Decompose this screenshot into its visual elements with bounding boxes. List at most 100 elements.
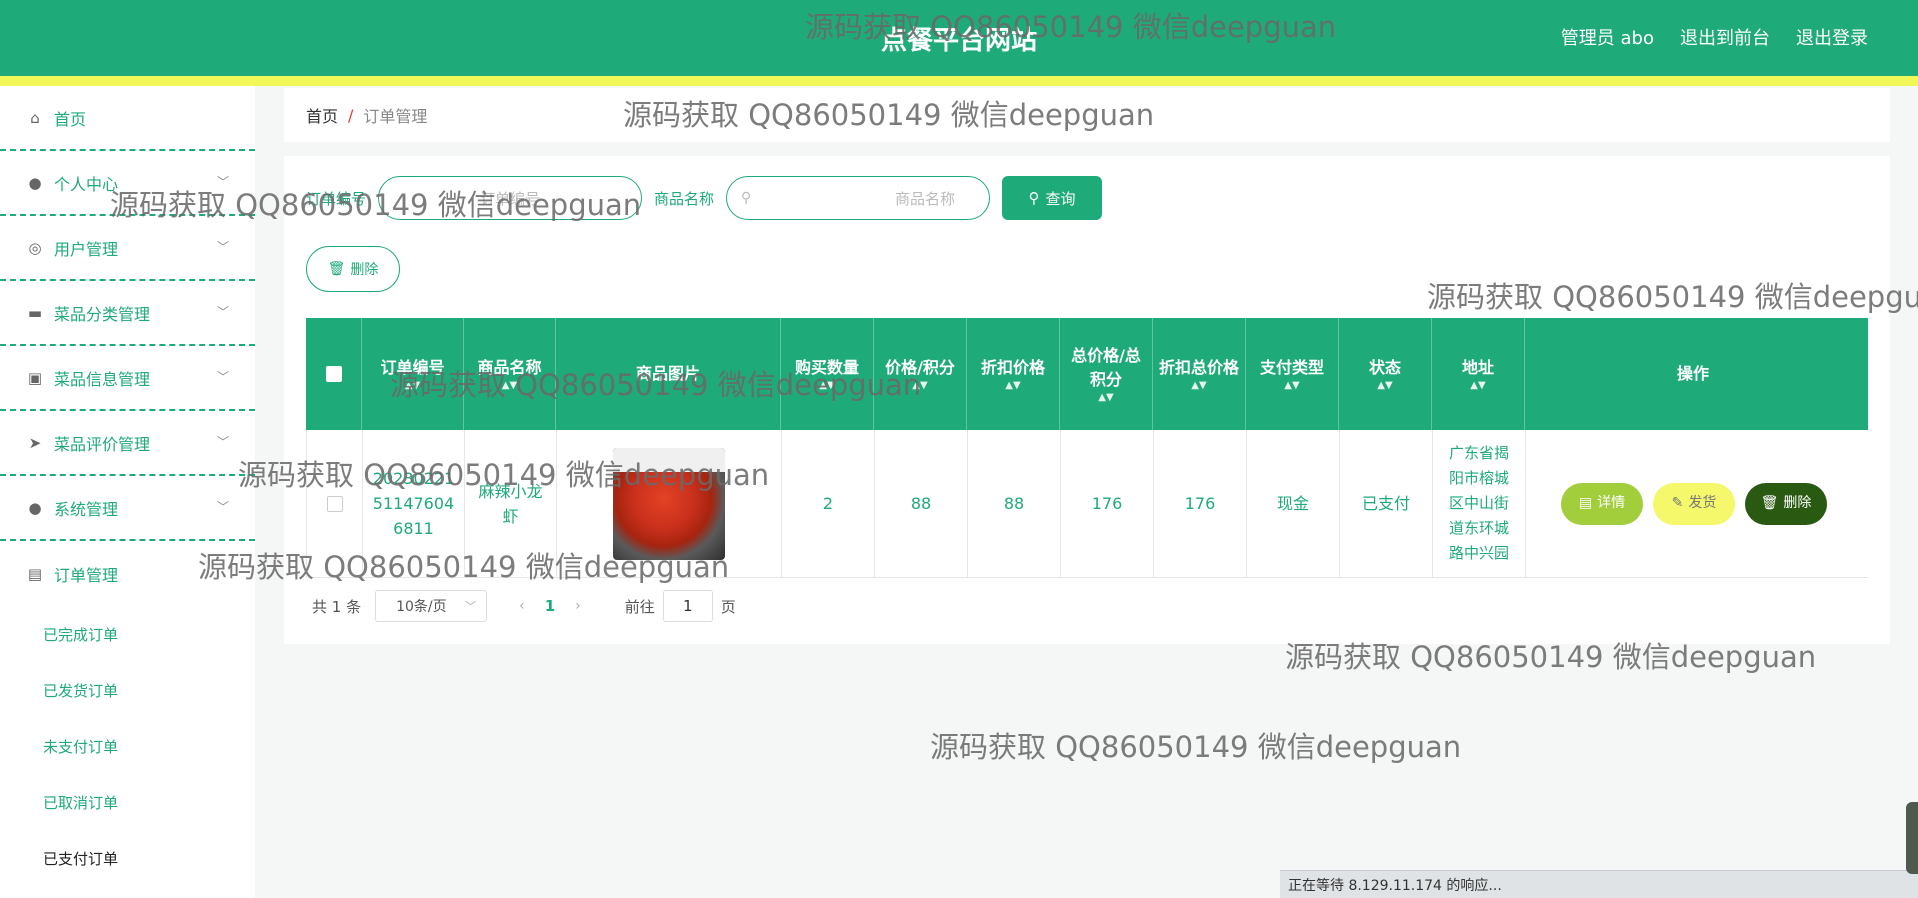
sidebar-item-user-management[interactable]: ◎ 用户管理 ﹀ bbox=[0, 216, 255, 281]
sidebar-subitem-shipped[interactable]: 已发货订单 bbox=[0, 662, 255, 718]
col-status[interactable]: 状态 ▲▼ bbox=[1339, 318, 1432, 430]
edit-icon: ✎ bbox=[1671, 495, 1684, 511]
status-text: 正在等待 8.129.11.174 的响应... bbox=[1288, 877, 1502, 894]
table-row: 2023022151147604 6811 麻辣小龙虾 2 88 88 176 … bbox=[306, 430, 1868, 578]
discount-price-cell: 88 bbox=[968, 430, 1061, 577]
delete-label: 删除 bbox=[350, 262, 379, 278]
chevron-down-icon: ﹀ bbox=[216, 175, 229, 189]
current-page[interactable]: 1 bbox=[545, 597, 555, 615]
col-total[interactable]: 总价格/总积分 ▲▼ bbox=[1060, 318, 1153, 430]
row-select-cell bbox=[307, 430, 363, 577]
total-count: 共 1 条 bbox=[312, 597, 362, 616]
sidebar-item-label: 订单管理 bbox=[54, 565, 119, 585]
select-all-checkbox[interactable] bbox=[325, 366, 342, 382]
sidebar-item-label: 个人中心 bbox=[54, 174, 119, 194]
chevron-down-icon: ﹀ bbox=[216, 240, 229, 254]
query-label: 查询 bbox=[1045, 189, 1076, 208]
sidebar-item-label: 菜品评价管理 bbox=[54, 434, 151, 454]
sidebar-item-label: 系统管理 bbox=[54, 499, 119, 519]
clipboard-icon: ▣ bbox=[27, 368, 43, 387]
col-label: 折扣总价格 bbox=[1159, 358, 1240, 377]
col-pay-type[interactable]: 支付类型 ▲▼ bbox=[1246, 318, 1339, 430]
query-button[interactable]: ⚲ 查询 bbox=[1002, 176, 1103, 220]
product-name-placeholder: 商品名称 bbox=[895, 189, 956, 208]
order-no-label: 订单编号 bbox=[306, 189, 367, 208]
actions-cell: ▤ 详情 ✎ 发货 🗑 删除 bbox=[1526, 430, 1862, 577]
breadcrumb-current: 订单管理 bbox=[363, 107, 428, 126]
back-to-front-link[interactable]: 退出到前台 bbox=[1680, 24, 1770, 50]
sidebar-subitem-completed[interactable]: 已完成订单 bbox=[0, 606, 255, 662]
product-name-input[interactable]: ⚲ 商品名称 bbox=[726, 176, 991, 220]
page-size-select[interactable]: 10条/页 ﹀ bbox=[375, 590, 488, 622]
total-cell: 176 bbox=[1061, 430, 1154, 577]
sidebar-item-home[interactable]: ⌂ 首页 bbox=[0, 86, 255, 151]
ship-button[interactable]: ✎ 发货 bbox=[1653, 482, 1735, 525]
col-label: 商品名称 bbox=[477, 358, 542, 377]
browser-status-bar: 正在等待 8.129.11.174 的响应... bbox=[1280, 870, 1918, 898]
order-no-cell: 2023022151147604 6811 bbox=[363, 430, 465, 577]
sidebar-item-system[interactable]: ● 系统管理 ﹀ bbox=[0, 476, 255, 541]
document-icon: ▤ bbox=[1578, 495, 1593, 511]
sort-icon: ▲▼ bbox=[1191, 380, 1207, 391]
row-delete-label: 删除 bbox=[1783, 495, 1812, 511]
sidebar-item-label: 菜品信息管理 bbox=[54, 369, 151, 389]
prev-page-icon[interactable]: ‹ bbox=[519, 598, 525, 614]
sort-icon: ▲▼ bbox=[1005, 380, 1021, 391]
side-widget[interactable] bbox=[1906, 802, 1918, 874]
batch-delete-button[interactable]: 🗑 删除 bbox=[306, 246, 400, 292]
sidebar-item-label: 菜品分类管理 bbox=[54, 304, 151, 324]
col-price[interactable]: 价格/积分 ▲▼ bbox=[874, 318, 967, 430]
pay-type-cell: 现金 bbox=[1247, 430, 1340, 577]
quantity-cell: 2 bbox=[782, 430, 875, 577]
sidebar-subitem-unpaid[interactable]: 未支付订单 bbox=[0, 718, 255, 774]
discount-total-cell: 176 bbox=[1154, 430, 1247, 577]
row-checkbox[interactable] bbox=[326, 495, 343, 512]
chevron-down-icon: ﹀ bbox=[216, 305, 229, 319]
sort-icon: ▲▼ bbox=[1377, 380, 1393, 391]
sidebar-item-dish-category[interactable]: ▬ 菜品分类管理 ﹀ bbox=[0, 281, 255, 346]
search-icon: ⚲ bbox=[741, 190, 752, 206]
breadcrumb-separator: / bbox=[348, 105, 354, 125]
sidebar-subitem-paid[interactable]: 已支付订单 bbox=[0, 830, 255, 886]
users-icon: ◎ bbox=[28, 238, 42, 257]
col-discount-price[interactable]: 折扣价格 ▲▼ bbox=[967, 318, 1060, 430]
sort-icon: ▲▼ bbox=[501, 380, 518, 391]
price-cell: 88 bbox=[875, 430, 968, 577]
chat-icon: ▤ bbox=[27, 564, 43, 583]
chevron-down-icon: ﹀ bbox=[216, 435, 229, 449]
goto-page-input[interactable]: 1 bbox=[662, 590, 713, 622]
logout-link[interactable]: 退出登录 bbox=[1796, 24, 1868, 50]
chevron-down-icon: ﹀ bbox=[216, 370, 229, 384]
order-no-input[interactable]: 订单编号 bbox=[378, 176, 643, 220]
sidebar-item-dish-review[interactable]: ➤ 菜品评价管理 ﹀ bbox=[0, 411, 255, 476]
user-icon: ● bbox=[28, 498, 42, 517]
sidebar-item-dish-info[interactable]: ▣ 菜品信息管理 ﹀ bbox=[0, 346, 255, 411]
sort-icon: ▲▼ bbox=[912, 380, 928, 391]
sidebar-item-orders[interactable]: ▤ 订单管理 bbox=[0, 541, 255, 606]
col-product-name[interactable]: 商品名称 ▲▼ bbox=[464, 318, 556, 430]
top-header: 点餐平台网站 管理员 abo 退出到前台 退出登录 bbox=[0, 0, 1918, 76]
col-quantity[interactable]: 购买数量 ▲▼ bbox=[781, 318, 874, 430]
next-page-icon[interactable]: › bbox=[575, 598, 581, 614]
table-header: 订单编号 ▲▼ 商品名称 ▲▼ 商品图片 购买数量 ▲▼ 价格/积分 ▲▼ 折扣… bbox=[306, 318, 1868, 430]
briefcase-icon: ▬ bbox=[27, 303, 43, 322]
orders-table: 订单编号 ▲▼ 商品名称 ▲▼ 商品图片 购买数量 ▲▼ 价格/积分 ▲▼ 折扣… bbox=[306, 318, 1868, 578]
address-cell: 广东省揭阳市榕城区中山街道东环城路中兴园 bbox=[1433, 430, 1526, 577]
sidebar-item-personal-center[interactable]: ● 个人中心 ﹀ bbox=[0, 151, 255, 216]
breadcrumb-home[interactable]: 首页 bbox=[306, 103, 338, 127]
select-all-cell bbox=[306, 318, 362, 430]
admin-label[interactable]: 管理员 abo bbox=[1561, 24, 1654, 50]
sidebar-subitem-cancelled[interactable]: 已取消订单 bbox=[0, 774, 255, 830]
col-product-image[interactable]: 商品图片 bbox=[556, 318, 781, 430]
col-label: 订单编号 bbox=[380, 358, 445, 377]
dish-image[interactable] bbox=[613, 447, 725, 560]
row-delete-button[interactable]: 🗑 删除 bbox=[1745, 482, 1827, 525]
col-discount-total[interactable]: 折扣总价格 ▲▼ bbox=[1153, 318, 1246, 430]
col-order-no[interactable]: 订单编号 ▲▼ bbox=[362, 318, 464, 430]
detail-button[interactable]: ▤ 详情 bbox=[1561, 482, 1643, 525]
detail-label: 详情 bbox=[1597, 495, 1626, 511]
col-address[interactable]: 地址 ▲▼ bbox=[1432, 318, 1525, 430]
pagination: 共 1 条 10条/页 ﹀ ‹ 1 › 前往 1 页 bbox=[312, 590, 736, 622]
sort-icon: ▲▼ bbox=[404, 380, 421, 391]
home-icon: ⌂ bbox=[30, 108, 40, 127]
